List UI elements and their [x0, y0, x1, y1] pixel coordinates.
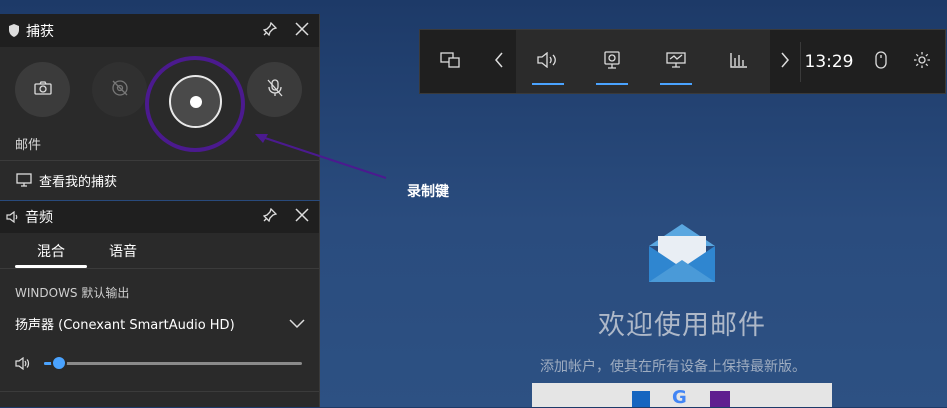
performance-icon	[666, 51, 686, 72]
scroll-right-button[interactable]	[772, 30, 798, 93]
clock: 13:29	[804, 51, 854, 72]
active-underline	[596, 83, 628, 85]
webcam-icon	[604, 50, 620, 73]
yahoo-icon[interactable]	[710, 391, 730, 407]
scroll-left-button[interactable]	[484, 30, 514, 93]
chart-icon	[730, 52, 748, 72]
annotation-label: 录制键	[407, 184, 449, 200]
mail-welcome-title: 欢迎使用邮件	[598, 310, 766, 341]
mail-icon	[649, 224, 715, 286]
outlook-icon[interactable]	[632, 391, 650, 407]
capture-widget-button[interactable]	[580, 30, 644, 93]
gear-icon	[913, 51, 931, 73]
mouse-icon	[875, 50, 887, 73]
active-underline	[532, 83, 564, 85]
game-bar: 13:29	[419, 29, 946, 94]
divider	[800, 42, 801, 82]
settings-button[interactable]	[906, 30, 938, 93]
audio-widget-button[interactable]	[516, 30, 580, 93]
mail-welcome-subtitle: 添加帐户，使其在所有设备上保持最新版。	[540, 359, 806, 375]
chevron-left-icon	[494, 52, 504, 72]
widget-menu-button[interactable]	[420, 30, 480, 93]
chevron-right-icon	[780, 52, 790, 72]
speaker-icon	[537, 51, 559, 72]
mouse-button[interactable]	[866, 30, 896, 93]
google-icon[interactable]: G	[672, 387, 687, 408]
active-underline	[660, 83, 692, 85]
widget-icon	[440, 51, 460, 72]
performance-widget-button[interactable]	[644, 30, 708, 93]
account-providers-strip: G	[532, 383, 832, 408]
resources-widget-button[interactable]	[708, 30, 770, 93]
